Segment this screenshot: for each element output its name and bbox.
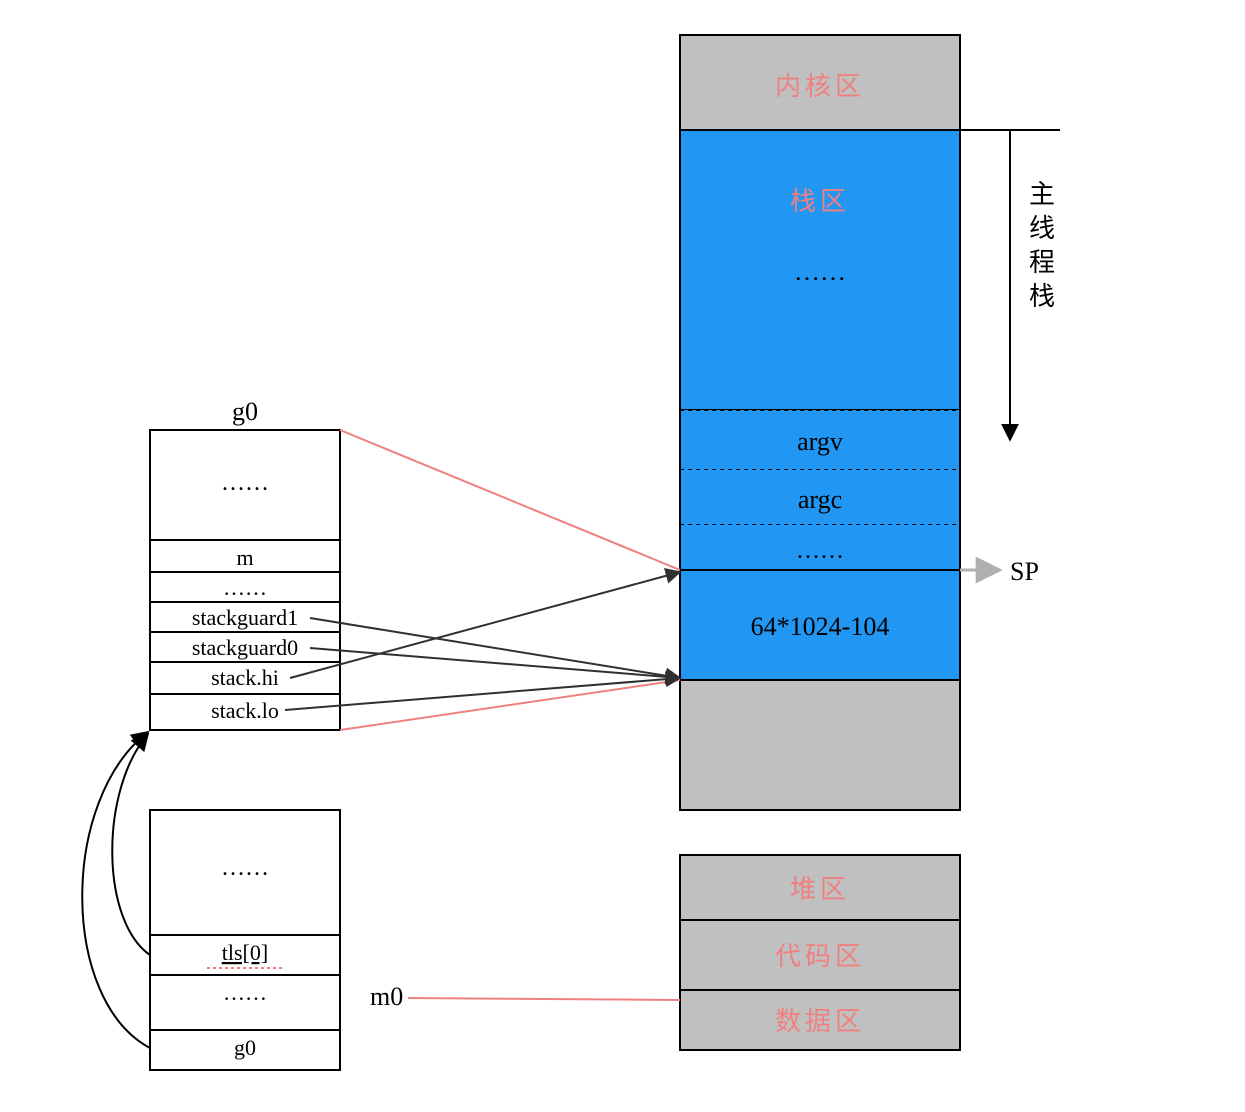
dots-row-label: …… [796,538,844,564]
g0-row-3: stackguard1 [192,605,298,630]
m0-row-3: g0 [234,1035,256,1060]
m0-struct: m0 …… tls[0] …… g0 [150,810,403,1070]
m0-row-0: …… [221,855,269,881]
g0-to-stack-lines [340,430,680,730]
argv-label: argv [797,427,843,456]
g0-struct: g0 …… m …… stackguard1 stackguard0 stack… [150,397,340,730]
heap-label: 堆区 [790,875,850,904]
sp-label: SP [1010,557,1039,586]
diagram: 内核区 栈区 …… argv argc …… 64*1024-104 堆区 代码… [0,0,1245,1112]
g0-row-6: stack.lo [211,698,279,723]
g0-row-5: stack.hi [211,665,279,690]
stack-dots: …… [794,257,846,286]
g0-row-2: …… [223,575,267,600]
kernel-label: 内核区 [775,72,865,101]
memory-column: 内核区 栈区 …… argv argc …… 64*1024-104 堆区 代码… [680,35,960,1050]
g0-row-4: stackguard0 [192,635,298,660]
g0-row-0: …… [221,470,269,496]
g0-row-1: m [236,545,253,570]
sp-indicator: SP [960,557,1039,586]
m0-row-2: …… [223,980,267,1005]
m0-row-1: tls[0] [222,940,268,965]
argc-label: argc [798,485,842,514]
code-label: 代码区 [775,942,865,971]
stack-label: 栈区 [790,187,850,216]
m0-title: m0 [370,982,403,1011]
m0-to-data-line [408,998,680,1000]
main-thread-stack-label: 主线程栈 [1026,180,1055,316]
blank-region [680,680,960,810]
data-label: 数据区 [775,1007,865,1036]
main-thread-stack-indicator: 主线程栈 [960,130,1060,440]
size-label: 64*1024-104 [751,612,890,641]
g0-title: g0 [232,397,258,426]
m0-g0-back-pointers [82,732,150,1048]
